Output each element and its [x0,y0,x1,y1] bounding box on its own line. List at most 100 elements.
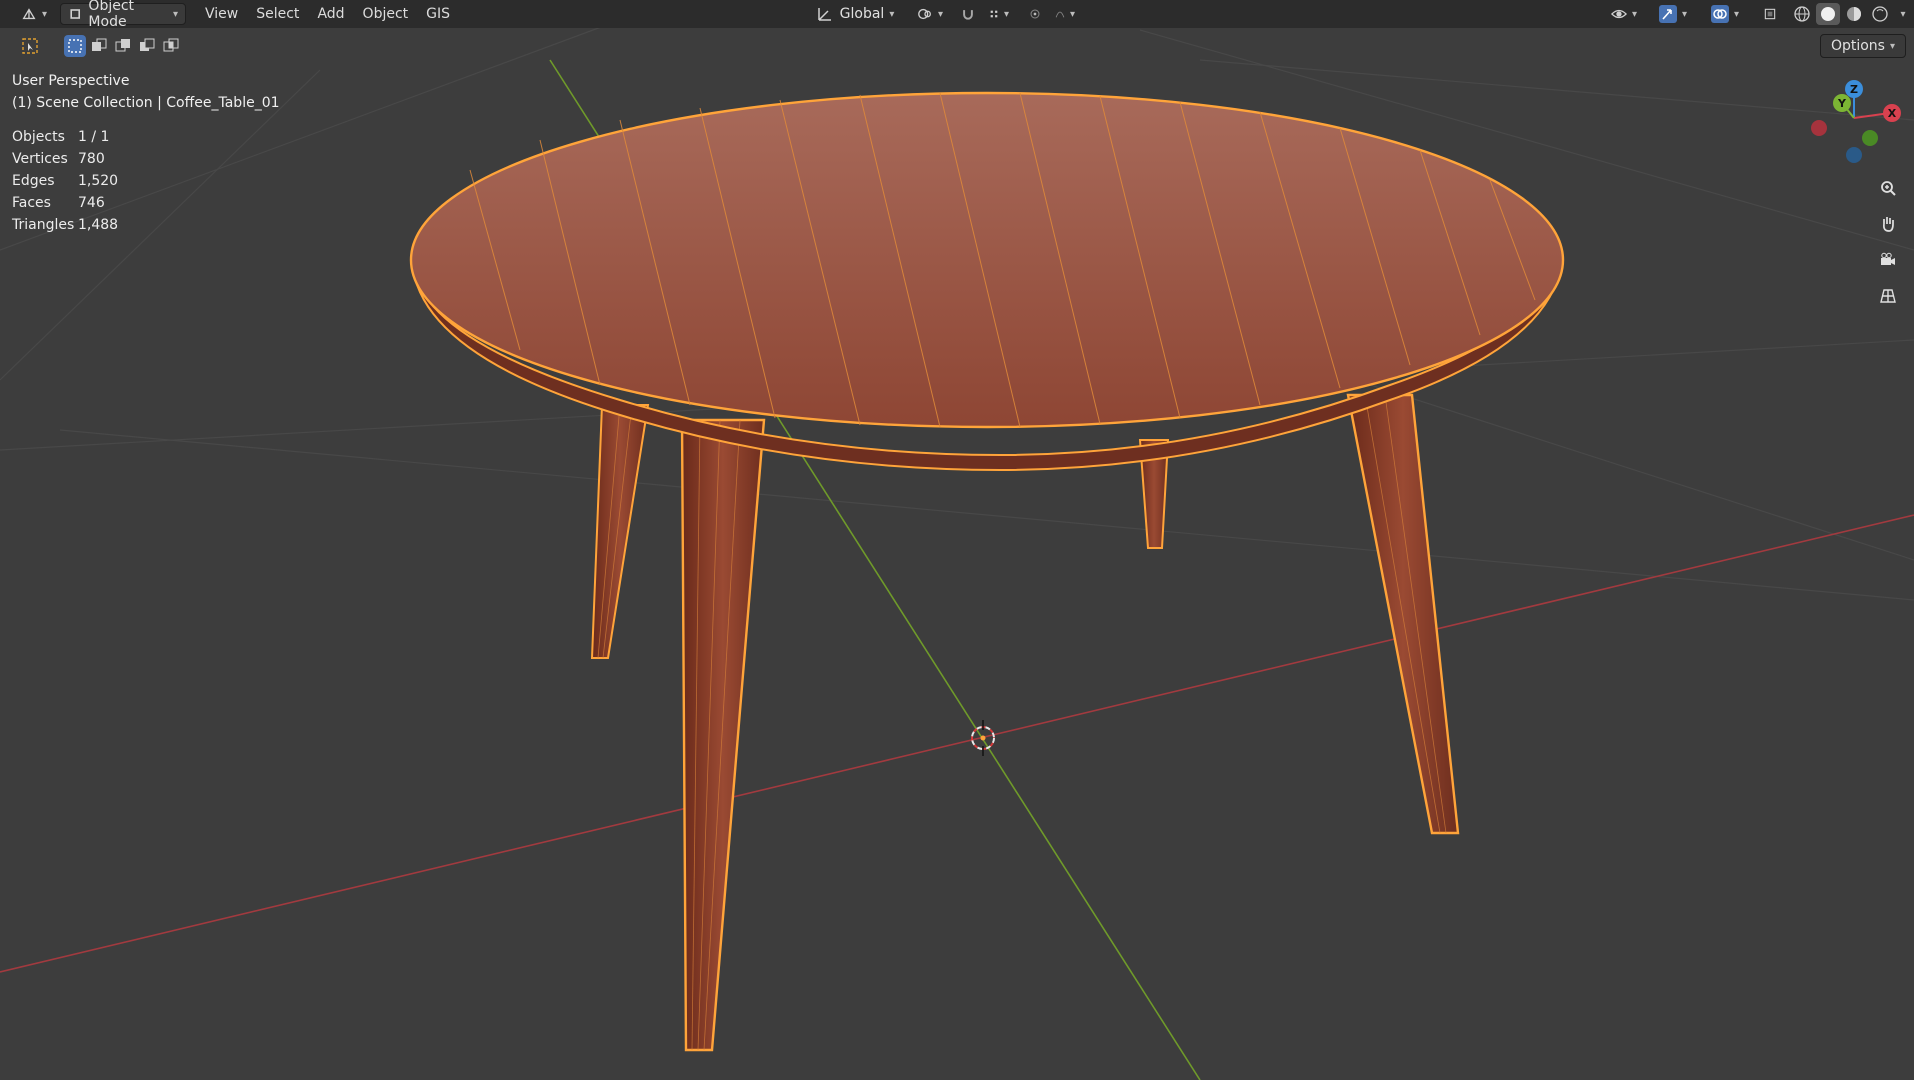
snap-grid-icon [990,10,998,18]
navigation-gizmo[interactable]: Z Y X [1800,76,1910,176]
wireframe-shading-button[interactable] [1790,3,1814,25]
select-new-icon [68,39,82,53]
stat-label: Vertices [12,151,68,167]
chevron-down-icon: ▾ [1069,8,1075,20]
transform-orientation-dropdown[interactable]: Global ▾ [805,3,905,25]
select-difference-icon [140,38,155,51]
stat-label: Edges [12,173,55,189]
solid-sphere-icon [1821,7,1835,21]
stat-label: Faces [12,195,51,211]
hand-icon [1883,217,1894,232]
stat-faces: Faces 746 [12,192,118,214]
editor-type-button[interactable]: ▾ [14,3,54,25]
zoom-icon [1881,181,1896,196]
overlays-icon [1710,5,1729,23]
stat-label: Triangles [12,217,75,233]
shading-modes: ▾ [1790,3,1912,25]
chevron-down-icon: ▾ [1681,8,1688,20]
chevron-down-icon: ▾ [172,8,178,20]
material-sphere-icon [1847,7,1861,21]
menu-select[interactable]: Select [247,3,308,25]
gizmo-icon [1658,5,1677,23]
table-leg-front-right[interactable] [1346,393,1460,835]
snap-target-dropdown[interactable]: ▾ [982,3,1016,25]
view-name: User Perspective [12,73,130,89]
camera-view-button[interactable] [1874,246,1902,274]
x-axis-line [0,514,1914,973]
stat-edges: Edges 1,520 [12,170,118,192]
stat-value: 780 [78,151,105,167]
gizmo-neg-x[interactable] [1811,120,1827,136]
menu-view[interactable]: View [196,3,247,25]
select-box-tool-icon [22,38,38,54]
select-mode-intersect-button[interactable] [160,35,182,57]
falloff-curve-icon [1055,11,1065,18]
table-leg-front-left[interactable] [680,418,766,1052]
xray-toggle[interactable] [1756,3,1784,25]
pivot-icon [918,8,931,20]
select-subtract-icon [115,39,130,52]
header-menus: View Select Add Object GIS [196,3,459,25]
zoom-button[interactable] [1874,174,1902,202]
gizmo-neg-z[interactable] [1846,147,1862,163]
proportional-edit-toggle[interactable] [1022,3,1048,25]
menu-object[interactable]: Object [354,3,418,25]
chevron-down-icon: ▾ [41,8,47,20]
stat-triangles: Triangles 1,488 [12,214,118,236]
falloff-dropdown[interactable]: ▾ [1048,3,1082,25]
select-mode-subtract-button[interactable] [112,35,134,57]
viewport-header: ▾ Object Mode ▾ View Select Add Object G… [0,0,1914,30]
active-tool-button[interactable] [16,35,44,57]
stat-value: 1,520 [78,173,119,189]
table-leg-back-left[interactable] [590,404,650,659]
orientation-label: Global [839,6,885,22]
rendered-shading-button[interactable] [1868,3,1892,25]
stat-value: 1 / 1 [78,129,110,145]
visibility-dropdown[interactable]: ▾ [1604,3,1644,25]
menu-add[interactable]: Add [308,3,353,25]
snap-toggle[interactable] [954,3,982,25]
select-mode-extend-button[interactable] [88,35,110,57]
editor-type-icon [22,8,36,20]
selection-mode-group [64,35,182,57]
object-mode-icon [70,9,81,19]
solid-shading-button[interactable] [1816,3,1840,25]
xray-icon [1764,8,1776,20]
scene-statistics: Objects 1 / 1 Vertices 780 Edges 1,520 F… [12,126,118,236]
chevron-down-icon: ▾ [1900,8,1906,20]
options-dropdown[interactable]: Options ▾ [1819,34,1906,58]
shading-options-dropdown[interactable]: ▾ [1894,3,1912,25]
menu-gis[interactable]: GIS [417,3,459,25]
viewport-info: User Perspective (1) Scene Collection | … [12,70,280,114]
overlays-toggle[interactable]: ▾ [1702,3,1748,25]
wireframe-sphere-icon [1794,6,1810,22]
stat-value: 1,488 [78,217,119,233]
stat-vertices: Vertices 780 [12,148,118,170]
proportional-edit-icon [1030,9,1040,19]
viewport[interactable] [0,0,1914,1080]
pan-button[interactable] [1874,210,1902,238]
table-top[interactable] [409,91,1565,429]
gizmo-toggle[interactable]: ▾ [1650,3,1696,25]
camera-icon [1881,252,1895,265]
mode-selector[interactable]: Object Mode ▾ [60,0,186,30]
rendered-sphere-icon [1872,6,1888,22]
chevron-down-icon: ▾ [1889,40,1895,52]
perspective-grid-icon [1880,289,1896,303]
stat-value: 746 [78,195,105,211]
tool-settings-bar [0,30,1914,62]
material-shading-button[interactable] [1842,3,1866,25]
select-extend-icon [92,38,107,51]
select-mode-new-button[interactable] [64,35,86,57]
select-mode-difference-button[interactable] [136,35,158,57]
gizmo-neg-y[interactable] [1862,130,1878,146]
eye-icon [1611,9,1627,19]
chevron-down-icon: ▾ [1003,8,1009,20]
gizmo-y-label: Y [1837,97,1847,110]
chevron-down-icon: ▾ [1733,8,1740,20]
chevron-down-icon: ▾ [1631,8,1637,20]
projection-toggle-button[interactable] [1874,282,1902,310]
chevron-down-icon: ▾ [889,8,895,20]
stat-objects: Objects 1 / 1 [12,126,118,148]
pivot-point-button[interactable]: ▾ [910,3,950,25]
